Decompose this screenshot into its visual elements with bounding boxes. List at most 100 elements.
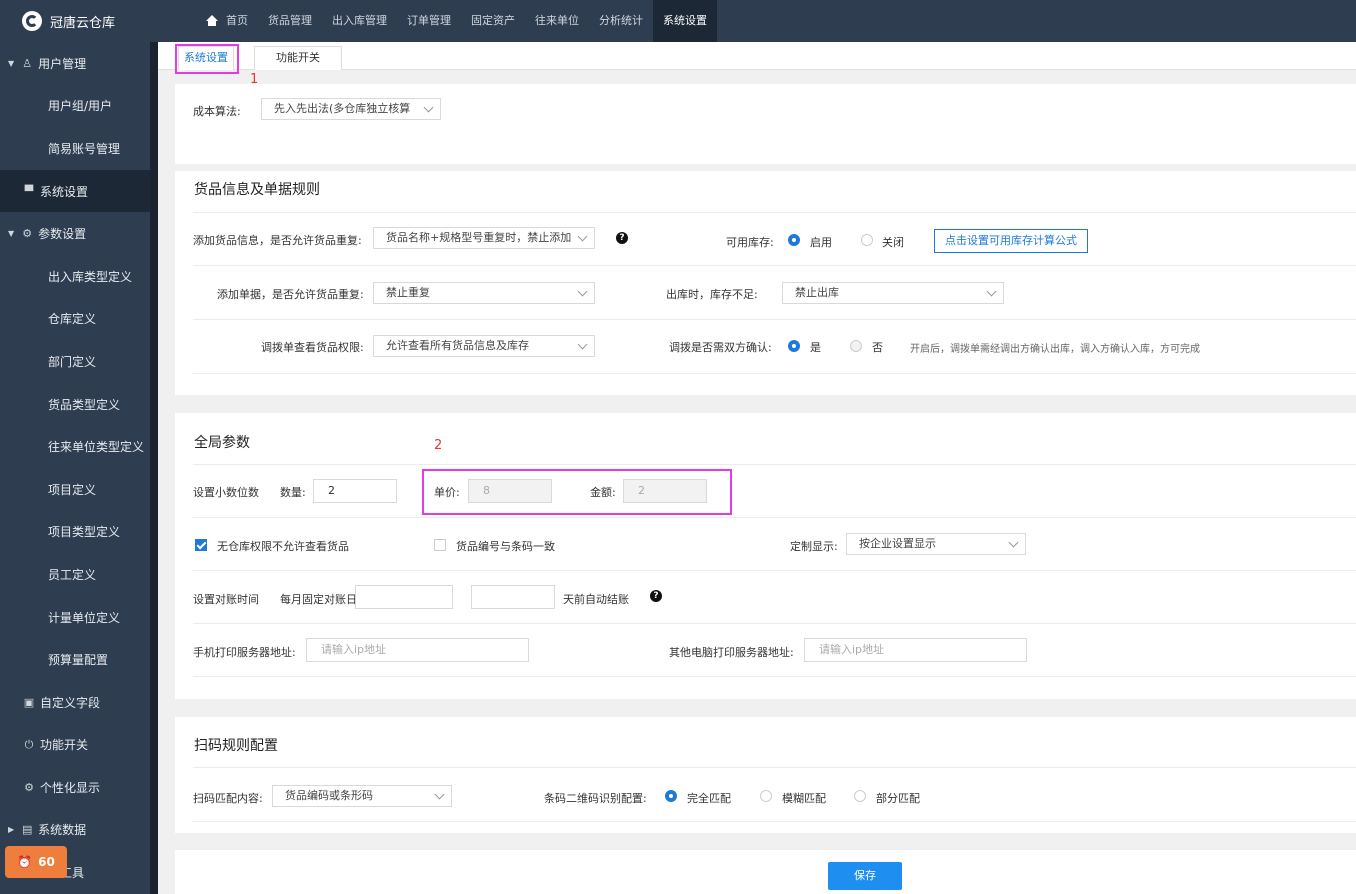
- exact-match-radio[interactable]: [665, 790, 677, 802]
- confirm-note: 开启后，调拨单需经调出方确认出库，调入方确认入库，方可完成: [910, 344, 1200, 355]
- goods-rules-section: 货品信息及单据规则 添加货品信息，是否允许货品重复: 货品名称+规格型号重复时，…: [175, 171, 1356, 395]
- avail-stock-on-radio[interactable]: [788, 234, 800, 246]
- save-button[interactable]: 保存: [828, 862, 902, 890]
- sidebar-item-params[interactable]: ▼ ⚙ 参数设置: [0, 212, 150, 255]
- alarm-icon: ⏰: [17, 855, 33, 869]
- recon-day-input[interactable]: [355, 585, 453, 609]
- confirm-label: 调拨是否需双方确认:: [669, 341, 772, 354]
- sidebar-item-projects[interactable]: 项目定义: [0, 468, 150, 511]
- sidebar-item-departments[interactable]: 部门定义: [0, 340, 150, 383]
- scan-rules-section: 扫码规则配置 扫码匹配内容: 货品编码或条形码 条码二维码识别配置: 完全匹配 …: [175, 717, 1356, 833]
- scan-rules-title: 扫码规则配置: [194, 738, 278, 754]
- avail-stock-off-radio[interactable]: [861, 234, 873, 246]
- chevron-down-icon: [577, 286, 588, 297]
- sidebar-item-goods-types[interactable]: 货品类型定义: [0, 383, 150, 426]
- pc-print-input[interactable]: 请输入ip地址: [804, 638, 1027, 662]
- sidebar-item-user-groups[interactable]: 用户组/用户: [0, 85, 150, 128]
- recon-day-label: 每月固定对账日:: [280, 593, 361, 606]
- dup-goods-select[interactable]: 货品名称+规格型号重复时，禁止添加: [373, 227, 595, 249]
- chevron-down-icon: [577, 339, 588, 350]
- transfer-perm-select[interactable]: 允许查看所有货品信息及库存: [373, 335, 595, 357]
- qty-decimal-input[interactable]: 2: [313, 479, 397, 503]
- help-icon[interactable]: ?: [616, 232, 628, 244]
- scan-match-select[interactable]: 货品编码或条形码: [272, 785, 452, 807]
- app-logo[interactable]: 冠唐云仓库: [0, 0, 150, 42]
- main-content: 系统设置 功能开关 1 成本算法: 先入先出法(多仓库独立核算 货品信息及单据规…: [158, 42, 1356, 894]
- nav-assets[interactable]: 固定资产: [461, 0, 525, 42]
- qty-label: 数量:: [280, 486, 306, 499]
- partial-match-radio[interactable]: [854, 790, 866, 802]
- monitor-icon: ▀: [24, 184, 34, 198]
- sidebar-item-simple-accounts[interactable]: 简易账号管理: [0, 127, 150, 170]
- recognize-label: 条码二维码识别配置:: [544, 792, 647, 805]
- fuzzy-match-radio[interactable]: [760, 790, 772, 802]
- chevron-down-icon: [1008, 537, 1019, 548]
- divider: [193, 676, 1356, 677]
- cost-method-select[interactable]: 先入先出法(多仓库独立核算: [261, 98, 441, 120]
- dup-doc-select[interactable]: 禁止重复: [373, 282, 595, 304]
- nav-home[interactable]: 首页: [196, 0, 258, 42]
- home-icon: [206, 15, 218, 26]
- sidebar-item-system-settings[interactable]: ▀ 系统设置: [0, 169, 150, 213]
- avail-stock-on-label: 启用: [810, 236, 832, 249]
- nav-goods[interactable]: 货品管理: [258, 0, 322, 42]
- decimal-label: 设置小数位数: [193, 486, 259, 499]
- sidebar-item-inout-types[interactable]: 出入库类型定义: [0, 255, 150, 298]
- sidebar-item-partner-types[interactable]: 往来单位类型定义: [0, 425, 150, 468]
- nav-orders[interactable]: 订单管理: [397, 0, 461, 42]
- divider: [193, 767, 1356, 768]
- logo-icon: [22, 11, 42, 31]
- sidebar-item-units[interactable]: 计量单位定义: [0, 596, 150, 639]
- no-wh-permission-checkbox[interactable]: [195, 539, 207, 551]
- stock-formula-button[interactable]: 点击设置可用库存计算公式: [934, 229, 1088, 253]
- sidebar-item-project-types[interactable]: 项目类型定义: [0, 511, 150, 554]
- avail-stock-label: 可用库存:: [726, 236, 774, 249]
- sidebar-item-custom-fields[interactable]: ▣ 自定义字段: [0, 681, 150, 724]
- divider: [193, 623, 1356, 624]
- nav-partners[interactable]: 往来单位: [525, 0, 589, 42]
- sidebar-item-warehouses[interactable]: 仓库定义: [0, 298, 150, 341]
- caret-right-icon: ▶: [8, 825, 15, 835]
- divider: [193, 464, 1356, 465]
- no-wh-permission-label: 无仓库权限不允许查看货品: [217, 540, 349, 553]
- sidebar-item-system-data[interactable]: ▶ ▤ 系统数据: [0, 809, 150, 852]
- help-icon[interactable]: ?: [650, 590, 662, 602]
- nav-analytics[interactable]: 分析统计: [589, 0, 653, 42]
- nav-inout[interactable]: 出入库管理: [322, 0, 397, 42]
- code-barcode-checkbox[interactable]: [434, 539, 446, 551]
- divider: [193, 517, 1356, 518]
- tab-feature-switch[interactable]: 功能开关: [254, 46, 342, 70]
- gear-icon: ⚙: [22, 227, 33, 241]
- scan-match-label: 扫码匹配内容:: [193, 792, 263, 805]
- auto-settle-days-input[interactable]: [471, 585, 555, 609]
- sidebar-item-user-mgmt[interactable]: ▼ ♙ 用户管理: [0, 42, 150, 85]
- exact-match-label: 完全匹配: [687, 792, 731, 805]
- shortage-select[interactable]: 禁止出库: [782, 282, 1004, 304]
- mobile-print-input[interactable]: 请输入ip地址: [306, 638, 529, 662]
- goods-rules-title: 货品信息及单据规则: [194, 182, 320, 198]
- global-params-section: 全局参数 设置小数位数 数量: 2 单价: 8 金额: 2 无仓库权限不允许查看…: [175, 413, 1356, 699]
- avail-stock-off-label: 关闭: [882, 236, 904, 249]
- sidebar-scrollbar[interactable]: [150, 42, 158, 894]
- confirm-yes-radio[interactable]: [788, 340, 800, 352]
- notification-badge[interactable]: ⏰ 60: [5, 846, 67, 878]
- transfer-perm-label: 调拨单查看货品权限:: [261, 341, 364, 354]
- confirm-yes-label: 是: [810, 341, 821, 354]
- nav-settings[interactable]: 系统设置: [653, 0, 717, 42]
- divider: [193, 821, 1356, 822]
- sidebar-item-employees[interactable]: 员工定义: [0, 553, 150, 596]
- cost-section: 成本算法: 先入先出法(多仓库独立核算: [175, 84, 1356, 164]
- footer-bar: [175, 850, 1356, 894]
- sidebar-item-budget[interactable]: 预算量配置: [0, 638, 150, 681]
- custom-display-select[interactable]: 按企业设置显示: [846, 533, 1026, 555]
- divider: [193, 212, 1356, 213]
- sidebar-item-feature-switch[interactable]: ⏻ 功能开关: [0, 724, 150, 767]
- divider: [193, 319, 1356, 320]
- divider: [193, 570, 1356, 571]
- main-nav: 首页 货品管理 出入库管理 订单管理 固定资产 往来单位 分析统计 系统设置: [196, 0, 717, 42]
- confirm-no-radio[interactable]: [850, 340, 862, 352]
- palette-icon: ⚙: [24, 780, 34, 794]
- sidebar-item-personalize[interactable]: ⚙ 个性化显示: [0, 766, 150, 809]
- divider: [193, 265, 1356, 266]
- database-icon: ▤: [21, 823, 33, 837]
